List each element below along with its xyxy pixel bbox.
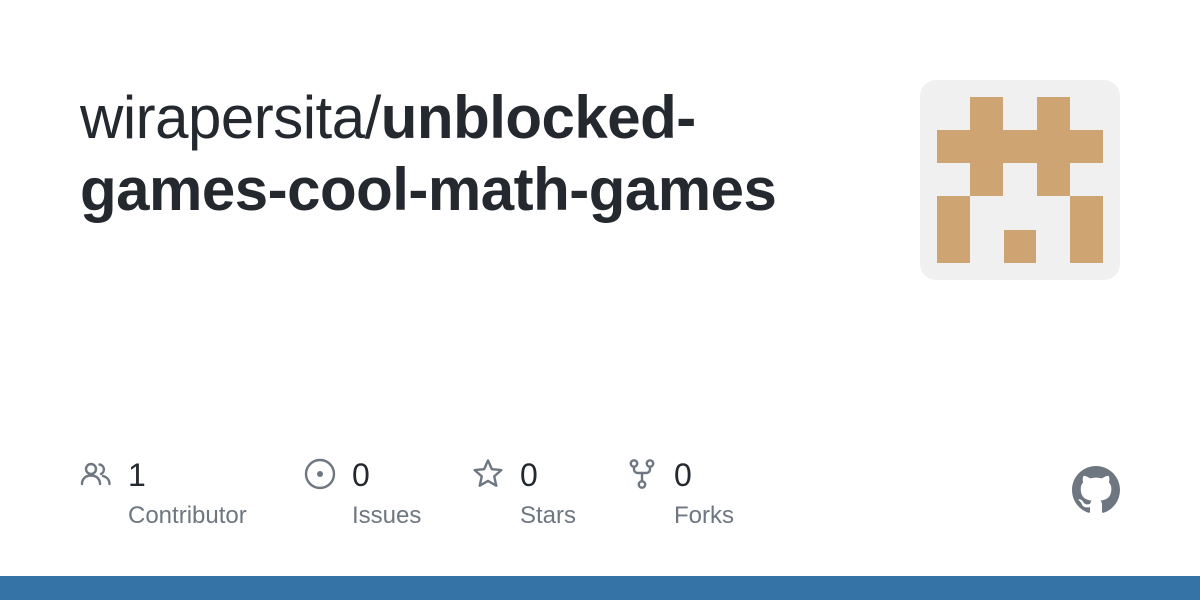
identicon-avatar-icon xyxy=(937,97,1103,263)
contributors-label: Contributor xyxy=(128,502,247,529)
issues-count: 0 xyxy=(352,457,370,493)
github-mark-icon xyxy=(1072,466,1120,513)
repo-title: wirapersita/unblocked-games-cool-math-ga… xyxy=(80,82,870,226)
star-icon xyxy=(473,459,503,487)
contributors-count: 1 xyxy=(128,457,146,493)
people-icon xyxy=(80,462,111,486)
repo-social-card: wirapersita/unblocked-games-cool-math-ga… xyxy=(0,0,1200,600)
repo-forked-icon xyxy=(629,459,655,489)
forks-count: 0 xyxy=(674,457,692,493)
owner-identicon xyxy=(920,80,1120,280)
stars-label: Stars xyxy=(520,502,577,529)
stars-count: 0 xyxy=(520,457,538,493)
repo-owner: wirapersita/ xyxy=(80,84,381,151)
issue-opened-icon xyxy=(304,458,336,490)
forks-label: Forks xyxy=(674,502,734,529)
issues-label: Issues xyxy=(352,502,422,529)
language-color-bar xyxy=(0,576,1200,600)
